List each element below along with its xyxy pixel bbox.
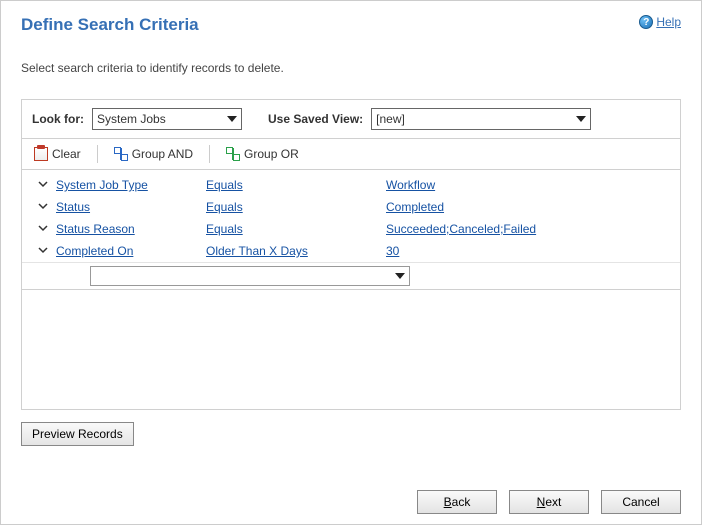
saved-view-value: [new] (376, 112, 405, 126)
lookup-row: Look for: System Jobs Use Saved View: [n… (22, 100, 680, 139)
group-and-button[interactable]: Group AND (110, 146, 197, 162)
cancel-button[interactable]: Cancel (601, 490, 681, 514)
row-menu-button[interactable] (36, 200, 50, 214)
instruction-text: Select search criteria to identify recor… (21, 61, 681, 75)
toolbar-separator (97, 145, 98, 163)
filter-row: System Job Type Equals Workflow (22, 174, 680, 196)
chevron-down-icon (227, 116, 237, 122)
filter-value-link[interactable]: Succeeded;Canceled;Failed (386, 222, 536, 236)
clear-button[interactable]: Clear (30, 146, 85, 162)
filter-row: Status Equals Completed (22, 196, 680, 218)
filter-rows: System Job Type Equals Workflow Status E… (22, 170, 680, 290)
group-or-button[interactable]: Group OR (222, 146, 303, 162)
next-button[interactable]: Next (509, 490, 589, 514)
page-title: Define Search Criteria (21, 15, 199, 35)
group-and-label: Group AND (132, 147, 193, 161)
wizard-footer: Back Next Cancel (417, 490, 681, 514)
row-menu-button[interactable] (36, 178, 50, 192)
toolbar-separator (209, 145, 210, 163)
chevron-down-icon (38, 223, 48, 233)
look-for-label: Look for: (32, 112, 84, 126)
filter-field-link[interactable]: Status (56, 200, 90, 214)
preview-records-button[interactable]: Preview Records (21, 422, 134, 446)
filter-value-link[interactable]: Workflow (386, 178, 435, 192)
filter-operator-link[interactable]: Older Than X Days (206, 244, 308, 258)
filter-operator-link[interactable]: Equals (206, 222, 243, 236)
help-icon: ? (639, 15, 653, 29)
chevron-down-icon (38, 245, 48, 255)
filter-value-link[interactable]: Completed (386, 200, 444, 214)
back-button[interactable]: Back (417, 490, 497, 514)
chevron-down-icon (395, 273, 405, 279)
filter-field-link[interactable]: Status Reason (56, 222, 135, 236)
chevron-down-icon (38, 201, 48, 211)
help-label: Help (656, 15, 681, 29)
criteria-toolbar: Clear Group AND Group OR (22, 139, 680, 170)
add-filter-row (22, 262, 680, 289)
row-menu-button[interactable] (36, 222, 50, 236)
criteria-panel: Look for: System Jobs Use Saved View: [n… (21, 99, 681, 410)
group-or-icon (226, 147, 240, 161)
chevron-down-icon (576, 116, 586, 122)
look-for-value: System Jobs (97, 112, 166, 126)
filter-field-link[interactable]: Completed On (56, 244, 133, 258)
help-link[interactable]: ? Help (639, 15, 681, 29)
filter-operator-link[interactable]: Equals (206, 200, 243, 214)
chevron-down-icon (38, 179, 48, 189)
clear-label: Clear (52, 147, 81, 161)
clear-icon (34, 147, 48, 161)
filter-row: Completed On Older Than X Days 30 (22, 240, 680, 262)
filter-field-link[interactable]: System Job Type (56, 178, 148, 192)
group-or-label: Group OR (244, 147, 299, 161)
look-for-select[interactable]: System Jobs (92, 108, 242, 130)
add-filter-select[interactable] (90, 266, 410, 286)
saved-view-select[interactable]: [new] (371, 108, 591, 130)
filter-operator-link[interactable]: Equals (206, 178, 243, 192)
row-menu-button[interactable] (36, 244, 50, 258)
filter-value-link[interactable]: 30 (386, 244, 399, 258)
saved-view-label: Use Saved View: (268, 112, 363, 126)
group-and-icon (114, 147, 128, 161)
filter-row: Status Reason Equals Succeeded;Canceled;… (22, 218, 680, 240)
